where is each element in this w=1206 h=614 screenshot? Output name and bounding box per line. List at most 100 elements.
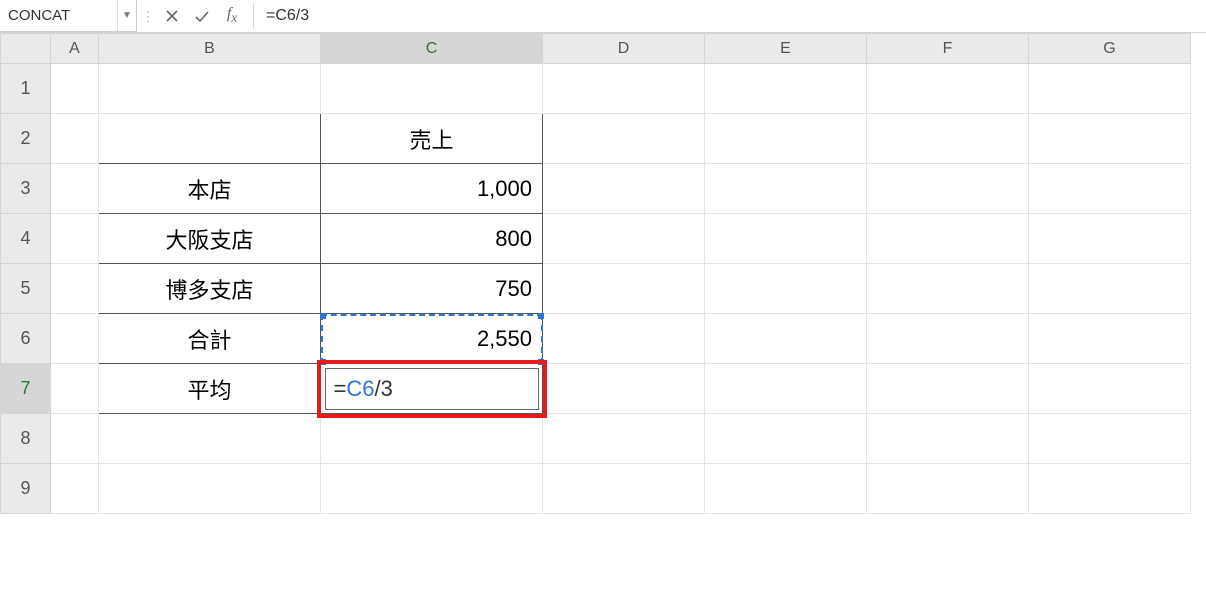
cell-E4[interactable] — [705, 214, 867, 264]
cell-C7[interactable] — [321, 364, 543, 414]
enter-icon[interactable] — [187, 0, 217, 32]
formula-bar: CONCAT ▼ ⋮ fx =C6/3 — [0, 0, 1206, 33]
cell-E7[interactable] — [705, 364, 867, 414]
cell-C1[interactable] — [321, 64, 543, 114]
cell-F2[interactable] — [867, 114, 1029, 164]
col-header-C[interactable]: C — [321, 34, 543, 64]
cell-A1[interactable] — [51, 64, 99, 114]
cell-A9[interactable] — [51, 464, 99, 514]
cell-D6[interactable] — [543, 314, 705, 364]
cell-D7[interactable] — [543, 364, 705, 414]
row-header-1[interactable]: 1 — [1, 64, 51, 114]
cell-E6[interactable] — [705, 314, 867, 364]
row-header-8[interactable]: 8 — [1, 414, 51, 464]
cell-D3[interactable] — [543, 164, 705, 214]
cell-A4[interactable] — [51, 214, 99, 264]
cell-E5[interactable] — [705, 264, 867, 314]
row-header-4[interactable]: 4 — [1, 214, 51, 264]
cell-F9[interactable] — [867, 464, 1029, 514]
col-header-F[interactable]: F — [867, 34, 1029, 64]
formula-input[interactable]: =C6/3 — [260, 0, 1206, 32]
cell-D4[interactable] — [543, 214, 705, 264]
cell-C9[interactable] — [321, 464, 543, 514]
cell-A3[interactable] — [51, 164, 99, 214]
cell-G3[interactable] — [1029, 164, 1191, 214]
cell-F7[interactable] — [867, 364, 1029, 414]
cancel-icon[interactable] — [157, 0, 187, 32]
cell-D5[interactable] — [543, 264, 705, 314]
cell-E3[interactable] — [705, 164, 867, 214]
cell-E9[interactable] — [705, 464, 867, 514]
row-header-9[interactable]: 9 — [1, 464, 51, 514]
cell-E8[interactable] — [705, 414, 867, 464]
name-box[interactable]: CONCAT ▼ — [0, 0, 137, 32]
cell-B6[interactable]: 合計 — [99, 314, 321, 364]
col-header-E[interactable]: E — [705, 34, 867, 64]
row-2: 2 売上 — [1, 114, 1191, 164]
row-8: 8 — [1, 414, 1191, 464]
cell-F8[interactable] — [867, 414, 1029, 464]
col-header-A[interactable]: A — [51, 34, 99, 64]
cell-G9[interactable] — [1029, 464, 1191, 514]
fx-icon[interactable]: fx — [217, 0, 247, 32]
cell-E2[interactable] — [705, 114, 867, 164]
row-header-5[interactable]: 5 — [1, 264, 51, 314]
cell-C2[interactable]: 売上 — [321, 114, 543, 164]
select-all-corner[interactable] — [1, 34, 51, 64]
col-header-D[interactable]: D — [543, 34, 705, 64]
cell-B8[interactable] — [99, 414, 321, 464]
column-header-row: A B C D E F G — [1, 34, 1191, 64]
row-4: 4 大阪支店 800 — [1, 214, 1191, 264]
separator: ⋮ — [137, 0, 157, 32]
col-header-B[interactable]: B — [99, 34, 321, 64]
cell-C8[interactable] — [321, 414, 543, 464]
cell-C4[interactable]: 800 — [321, 214, 543, 264]
cell-C3[interactable]: 1,000 — [321, 164, 543, 214]
cell-F3[interactable] — [867, 164, 1029, 214]
cell-F6[interactable] — [867, 314, 1029, 364]
cell-D1[interactable] — [543, 64, 705, 114]
row-6: 6 合計 2,550 — [1, 314, 1191, 364]
cell-B5[interactable]: 博多支店 — [99, 264, 321, 314]
cell-G7[interactable] — [1029, 364, 1191, 414]
name-box-text: CONCAT — [0, 7, 117, 24]
cell-D8[interactable] — [543, 414, 705, 464]
cell-F5[interactable] — [867, 264, 1029, 314]
row-3: 3 本店 1,000 — [1, 164, 1191, 214]
divider — [253, 4, 254, 28]
row-9: 9 — [1, 464, 1191, 514]
chevron-down-icon[interactable]: ▼ — [117, 0, 136, 31]
cell-A8[interactable] — [51, 414, 99, 464]
col-header-G[interactable]: G — [1029, 34, 1191, 64]
cell-B2[interactable] — [99, 114, 321, 164]
cell-B9[interactable] — [99, 464, 321, 514]
cell-B1[interactable] — [99, 64, 321, 114]
cell-A2[interactable] — [51, 114, 99, 164]
cell-G6[interactable] — [1029, 314, 1191, 364]
cell-E1[interactable] — [705, 64, 867, 114]
cell-B4[interactable]: 大阪支店 — [99, 214, 321, 264]
cell-D9[interactable] — [543, 464, 705, 514]
row-7: 7 平均 — [1, 364, 1191, 414]
cell-C6[interactable]: 2,550 — [321, 314, 543, 364]
cell-C5[interactable]: 750 — [321, 264, 543, 314]
cell-G8[interactable] — [1029, 414, 1191, 464]
row-header-2[interactable]: 2 — [1, 114, 51, 164]
cell-G2[interactable] — [1029, 114, 1191, 164]
cell-B3[interactable]: 本店 — [99, 164, 321, 214]
cell-A7[interactable] — [51, 364, 99, 414]
cell-F1[interactable] — [867, 64, 1029, 114]
cell-G4[interactable] — [1029, 214, 1191, 264]
spreadsheet-grid[interactable]: A B C D E F G 1 2 売上 3 本店 1,000 — [0, 33, 1206, 514]
cell-G5[interactable] — [1029, 264, 1191, 314]
cell-G1[interactable] — [1029, 64, 1191, 114]
row-header-3[interactable]: 3 — [1, 164, 51, 214]
cell-B7[interactable]: 平均 — [99, 364, 321, 414]
cell-D2[interactable] — [543, 114, 705, 164]
cell-F4[interactable] — [867, 214, 1029, 264]
row-header-7[interactable]: 7 — [1, 364, 51, 414]
cell-A5[interactable] — [51, 264, 99, 314]
row-1: 1 — [1, 64, 1191, 114]
row-header-6[interactable]: 6 — [1, 314, 51, 364]
cell-A6[interactable] — [51, 314, 99, 364]
